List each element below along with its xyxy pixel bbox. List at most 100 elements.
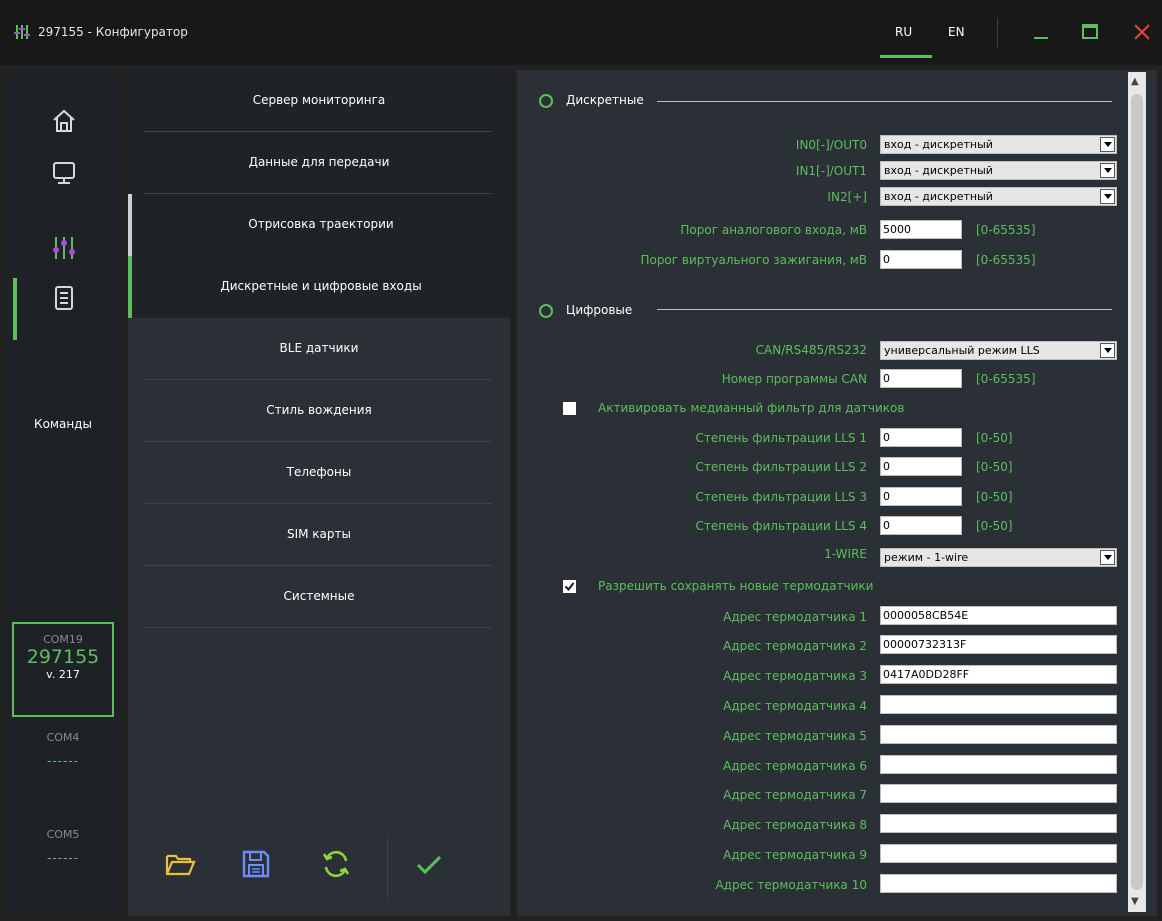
thermo-address-input[interactable] xyxy=(880,725,1117,744)
select-value: режим - 1-wire xyxy=(884,551,969,564)
in0-select[interactable]: вход - дискретный xyxy=(880,135,1117,154)
select-value: вход - дискретный xyxy=(884,190,993,203)
thermo-address-input[interactable] xyxy=(880,695,1117,714)
thermo-address-label: Адрес термодатчика 9 xyxy=(723,848,867,862)
com-port-item[interactable]: COM5 ------ xyxy=(12,828,114,865)
lls-filter-label: Степень фильтрации LLS 3 xyxy=(695,490,868,504)
lls-filter-range: [0-50] xyxy=(976,460,1013,474)
active-com-port[interactable]: COM19 297155 v. 217 xyxy=(12,622,114,717)
menu-item-transfer-data[interactable]: Данные для передачи xyxy=(128,132,510,194)
menu-item-label: Телефоны xyxy=(286,465,352,479)
com-port-name: COM4 xyxy=(46,731,80,744)
analog-threshold-range: [0-65535] xyxy=(976,223,1036,237)
monitor-icon[interactable] xyxy=(51,160,77,186)
thermo-address-label: Адрес термодатчика 1 xyxy=(723,610,867,624)
lls-filter-input[interactable]: 0 xyxy=(880,516,962,535)
thermo-address-label: Адрес термодатчика 7 xyxy=(723,788,867,802)
thermo-address-label: Адрес термодатчика 4 xyxy=(723,699,867,713)
menu-item-sim-cards[interactable]: SIM карты xyxy=(128,504,510,566)
document-icon[interactable] xyxy=(51,285,77,311)
chevron-down-icon xyxy=(1100,137,1115,152)
thermo-address-label: Адрес термодатчика 6 xyxy=(723,759,867,773)
vertical-scrollbar[interactable]: ▲ ▼ xyxy=(1128,72,1146,912)
save-thermo-checkbox[interactable] xyxy=(563,580,576,593)
thermo-address-input[interactable] xyxy=(880,784,1117,803)
menu-item-label: Данные для передачи xyxy=(248,155,390,169)
com-port-item[interactable]: COM4 ------ xyxy=(12,731,114,768)
save-thermo-label: Разрешить сохранять новые термодатчики xyxy=(598,579,874,593)
scroll-down-icon[interactable]: ▼ xyxy=(1131,896,1139,907)
toolbar-separator xyxy=(387,838,388,898)
lls-filter-range: [0-50] xyxy=(976,431,1013,445)
select-value: универсальный режим LLS xyxy=(884,344,1040,357)
com-port-name: COM19 xyxy=(43,633,83,646)
lang-en-button[interactable]: EN xyxy=(948,25,965,39)
menu-item-label: Сервер мониторинга xyxy=(252,93,386,107)
analog-threshold-label: Порог аналогового входа, мВ xyxy=(680,223,867,237)
ignition-threshold-input[interactable]: 0 xyxy=(880,250,962,269)
scroll-up-icon[interactable]: ▲ xyxy=(1131,76,1139,87)
menu-item-phones[interactable]: Телефоны xyxy=(128,442,510,504)
menu-item-label: Системные xyxy=(283,589,355,603)
sliders-icon[interactable] xyxy=(51,235,77,261)
commands-label[interactable]: Команды xyxy=(6,417,120,431)
select-value: вход - дискретный xyxy=(884,164,993,177)
menu-item-server[interactable]: Сервер мониторинга xyxy=(128,70,510,132)
in1-label: IN1[-]/OUT1 xyxy=(795,164,867,178)
menu-item-system[interactable]: Системные xyxy=(128,566,510,628)
thermo-address-input[interactable] xyxy=(880,844,1117,863)
menu-item-label: Отрисовка траектории xyxy=(248,217,394,231)
menu-item-label: BLE датчики xyxy=(279,341,359,355)
home-icon[interactable] xyxy=(51,108,77,134)
can-mode-select[interactable]: универсальный режим LLS xyxy=(880,341,1117,360)
section-bullet-icon xyxy=(539,304,553,318)
checkmark-icon[interactable] xyxy=(413,848,445,880)
menu-item-ble-sensors[interactable]: BLE датчики xyxy=(128,318,510,380)
in1-select[interactable]: вход - дискретный xyxy=(880,161,1117,180)
thermo-address-label: Адрес термодатчика 5 xyxy=(723,729,867,743)
lang-active-indicator xyxy=(880,55,932,58)
device-id: 297155 xyxy=(26,646,100,668)
in2-label: IN2[+] xyxy=(827,190,867,204)
lls-filter-input[interactable]: 0 xyxy=(880,487,962,506)
menu-item-driving-style[interactable]: Стиль вождения xyxy=(128,380,510,442)
ignition-threshold-label: Порог виртуального зажигания, мВ xyxy=(640,253,867,267)
chevron-down-icon xyxy=(1100,189,1115,204)
section-title-digital: Цифровые xyxy=(566,303,633,317)
lang-ru-button[interactable]: RU xyxy=(895,25,912,39)
thermo-address-input[interactable]: 0000058CB54E xyxy=(880,606,1117,625)
thermo-address-input[interactable] xyxy=(880,874,1117,893)
menu-item-discrete-digital-inputs[interactable]: Дискретные и цифровые входы xyxy=(128,256,510,318)
lls-filter-label: Степень фильтрации LLS 1 xyxy=(695,431,868,445)
analog-threshold-input[interactable]: 5000 xyxy=(880,220,962,239)
folder-open-icon[interactable] xyxy=(164,848,196,880)
refresh-icon[interactable] xyxy=(320,848,352,880)
thermo-address-input[interactable] xyxy=(880,814,1117,833)
median-filter-checkbox[interactable] xyxy=(563,402,576,415)
in2-select[interactable]: вход - дискретный xyxy=(880,187,1117,206)
maximize-icon[interactable] xyxy=(1076,18,1104,46)
thermo-address-label: Адрес термодатчика 3 xyxy=(723,669,867,683)
menu-item-trajectory[interactable]: Отрисовка траектории xyxy=(128,194,510,256)
minimize-icon[interactable] xyxy=(1028,18,1056,46)
lls-filter-input[interactable]: 0 xyxy=(880,457,962,476)
select-value: вход - дискретный xyxy=(884,138,993,151)
menu-item-label: SIM карты xyxy=(286,527,351,541)
settings-panel: Дискретные IN0[-]/OUT0 вход - дискретный… xyxy=(517,70,1157,916)
can-program-input[interactable]: 0 xyxy=(880,369,962,388)
save-icon[interactable] xyxy=(240,848,272,880)
thermo-address-input[interactable]: 0417A0DD28FF xyxy=(880,665,1117,684)
section-divider xyxy=(657,101,1112,102)
com-port-status: ------ xyxy=(47,754,79,768)
settings-menu: Сервер мониторинга Данные для передачи О… xyxy=(128,70,510,916)
active-section-indicator xyxy=(13,278,17,340)
thermo-address-input[interactable] xyxy=(880,755,1117,774)
close-icon[interactable] xyxy=(1128,18,1156,46)
thermo-address-input[interactable]: 00000732313F xyxy=(880,635,1117,654)
scroll-thumb[interactable] xyxy=(1131,94,1143,890)
onewire-select[interactable]: режим - 1-wire xyxy=(880,548,1117,567)
chevron-down-icon xyxy=(1100,163,1115,178)
lls-filter-input[interactable]: 0 xyxy=(880,428,962,447)
onewire-label: 1-WIRE xyxy=(824,547,867,561)
window-title: 297155 - Конфигуратор xyxy=(38,25,188,39)
